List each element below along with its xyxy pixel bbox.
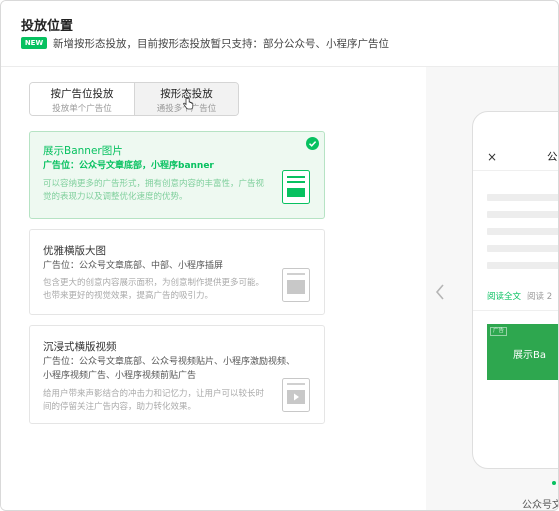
- banner-ad-preview: 广告 展示Ba: [487, 324, 558, 380]
- video-thumbnail-icon: [282, 378, 310, 412]
- section-header: 投放位置 NEW 新增按形态投放，目前按形态投放暂只支持：部分公众号、小程序广告…: [1, 1, 558, 67]
- text-placeholder: [487, 262, 558, 269]
- tab-by-placement-sub: 投放单个广告位: [52, 104, 112, 114]
- tab-by-placement[interactable]: 按广告位投放 投放单个广告位: [30, 83, 134, 115]
- divider: [473, 170, 558, 171]
- tab-by-placement-label: 按广告位投放: [50, 88, 114, 100]
- placement-mode-switch: 按广告位投放 投放单个广告位 按形态投放 通投多个广告位: [29, 82, 239, 116]
- text-placeholder: [487, 211, 558, 218]
- format-card-positions: 广告位：公众号文章底部、公众号视频贴片、小程序激励视频、小程序视频广告、小程序视…: [43, 357, 296, 381]
- large-image-thumbnail-icon: [282, 268, 310, 302]
- chevron-left-icon[interactable]: [434, 283, 446, 301]
- preview-caption: 公众号文: [522, 500, 559, 511]
- preview-title: 公众: [547, 151, 558, 163]
- selected-check-icon: [306, 137, 319, 150]
- format-card-description: 可以容纳更多的广告形式，拥有创意内容的丰富性，广告视觉的表现力以及调整优化速度的…: [43, 179, 265, 202]
- format-options-panel: 按广告位投放 投放单个广告位 按形态投放 通投多个广告位 展示Banner图片 …: [1, 67, 441, 510]
- format-card-positions: 广告位：公众号文章底部、中部、小程序插屏: [43, 261, 224, 271]
- text-placeholder: [487, 194, 558, 201]
- section-title: 投放位置: [21, 19, 74, 34]
- divider: [473, 310, 558, 311]
- article-links: 阅读全文 阅读 2: [487, 290, 552, 302]
- banner-ad-text: 展示Ba: [513, 350, 546, 361]
- preview-panel: × 公众 阅读全文阅读 2 广告 展示Ba 公众号文: [426, 67, 559, 511]
- text-placeholder: [487, 228, 558, 235]
- phone-preview: × 公众 阅读全文阅读 2 广告 展示Ba: [472, 111, 558, 469]
- format-card-title: 沉浸式横版视频: [43, 341, 117, 353]
- carousel-dots: [552, 481, 556, 485]
- read-full-link: 阅读全文: [487, 292, 522, 302]
- format-card-banner[interactable]: 展示Banner图片 广告位：公众号文章底部，小程序banner 可以容纳更多的…: [29, 131, 325, 219]
- hand-cursor-icon: [183, 97, 194, 110]
- placement-panel: 投放位置 NEW 新增按形态投放，目前按形态投放暂只支持：部分公众号、小程序广告…: [0, 0, 559, 511]
- format-card-description: 包含更大的创意内容展示面积，为创意制作提供更多可能。也带来更好的视觉效果，提高广…: [43, 278, 265, 301]
- format-card-title: 优雅横版大图: [43, 245, 106, 257]
- read-count: 阅读 2: [527, 292, 553, 302]
- format-card-large-image[interactable]: 优雅横版大图 广告位：公众号文章底部、中部、小程序插屏 包含更大的创意内容展示面…: [29, 229, 325, 315]
- format-card-description: 给用户带来声影结合的冲击力和记忆力，让用户可以较长时间的停留关注广告内容，助力转…: [43, 389, 265, 412]
- new-badge: NEW: [21, 37, 47, 49]
- format-card-title: 展示Banner图片: [43, 145, 123, 157]
- ad-tag: 广告: [490, 327, 508, 336]
- format-card-positions: 广告位：公众号文章底部，小程序banner: [43, 161, 214, 171]
- banner-thumbnail-icon: [282, 170, 310, 204]
- section-subtitle: 新增按形态投放，目前按形态投放暂只支持：部分公众号、小程序广告位: [53, 38, 389, 50]
- close-icon: ×: [487, 150, 498, 164]
- format-card-video[interactable]: 沉浸式横版视频 广告位：公众号文章底部、公众号视频贴片、小程序激励视频、小程序视…: [29, 325, 325, 424]
- text-placeholder: [487, 245, 558, 252]
